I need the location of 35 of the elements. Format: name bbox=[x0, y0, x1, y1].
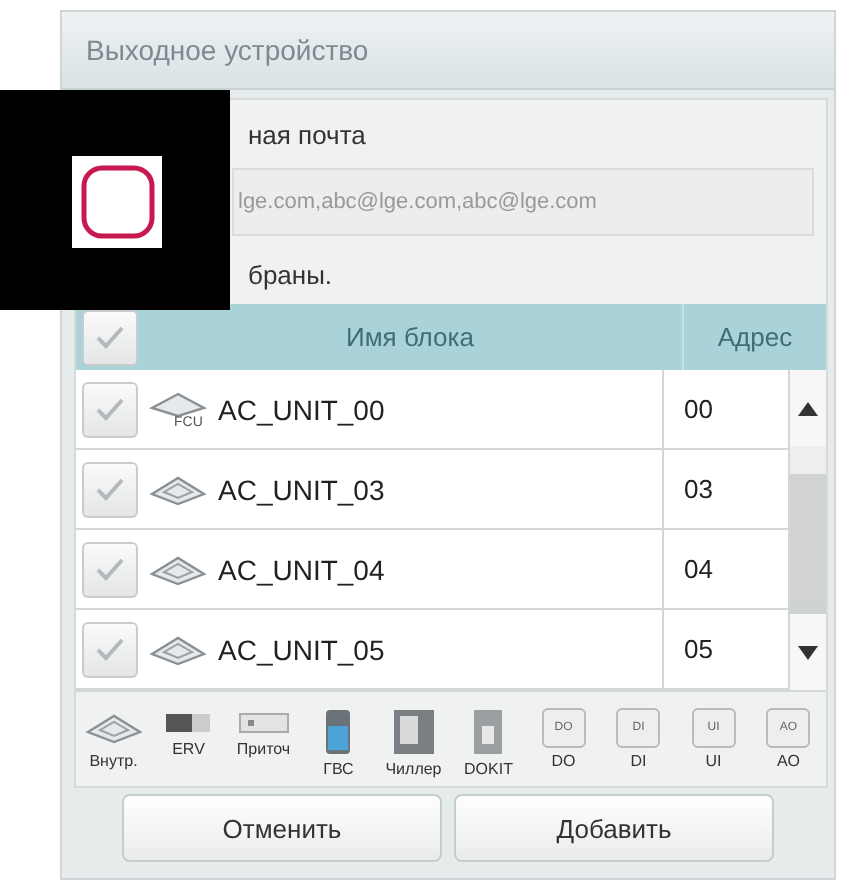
dialog-button[interactable]: Добавить bbox=[454, 794, 774, 862]
checkbox[interactable] bbox=[82, 541, 138, 597]
supply-unit-icon bbox=[237, 708, 290, 736]
water-tank-icon bbox=[324, 708, 353, 756]
scroll-up-icon[interactable] bbox=[798, 401, 818, 415]
device-type-label[interactable]: DOKIT bbox=[464, 760, 513, 778]
unit-name: AC_UNIT_00 bbox=[218, 393, 385, 425]
device-type-label[interactable]: ГВС bbox=[323, 760, 354, 778]
unit-name: AC_UNIT_05 bbox=[218, 633, 385, 665]
checkbox[interactable] bbox=[82, 621, 138, 677]
device-type-label[interactable]: DI bbox=[630, 752, 647, 770]
rounded-square-icon bbox=[79, 164, 155, 240]
window-title: Выходное устройство bbox=[62, 12, 834, 90]
device-type-label[interactable]: Приточ bbox=[236, 740, 291, 758]
switch-box-icon bbox=[472, 708, 505, 756]
unit-name: AC_UNIT_03 bbox=[218, 473, 385, 505]
device-type-label[interactable]: ERV bbox=[172, 740, 205, 758]
device-type-label[interactable]: Чиллер bbox=[385, 760, 442, 778]
checkbox[interactable] bbox=[82, 309, 138, 365]
device-type-label[interactable]: DO bbox=[551, 752, 576, 770]
email-label: ная почта bbox=[246, 118, 368, 154]
column-header: Имя блока bbox=[344, 322, 476, 352]
checkbox[interactable] bbox=[82, 381, 138, 437]
scrollbar[interactable] bbox=[788, 370, 826, 690]
device-type-label[interactable]: AO bbox=[776, 752, 801, 770]
unit-name: AC_UNIT_04 bbox=[218, 553, 385, 585]
chiller-unit-icon bbox=[391, 708, 436, 756]
device-type-label[interactable]: Внутр. bbox=[89, 752, 138, 770]
info-text: браны. bbox=[246, 258, 335, 294]
erv-unit-icon bbox=[164, 708, 213, 736]
device-type-label[interactable]: UI bbox=[705, 752, 722, 770]
cassette-unit-icon bbox=[148, 387, 208, 417]
dialog-button[interactable]: Отменить bbox=[122, 794, 442, 862]
scroll-down-icon[interactable] bbox=[798, 645, 818, 659]
checkbox[interactable] bbox=[82, 461, 138, 517]
